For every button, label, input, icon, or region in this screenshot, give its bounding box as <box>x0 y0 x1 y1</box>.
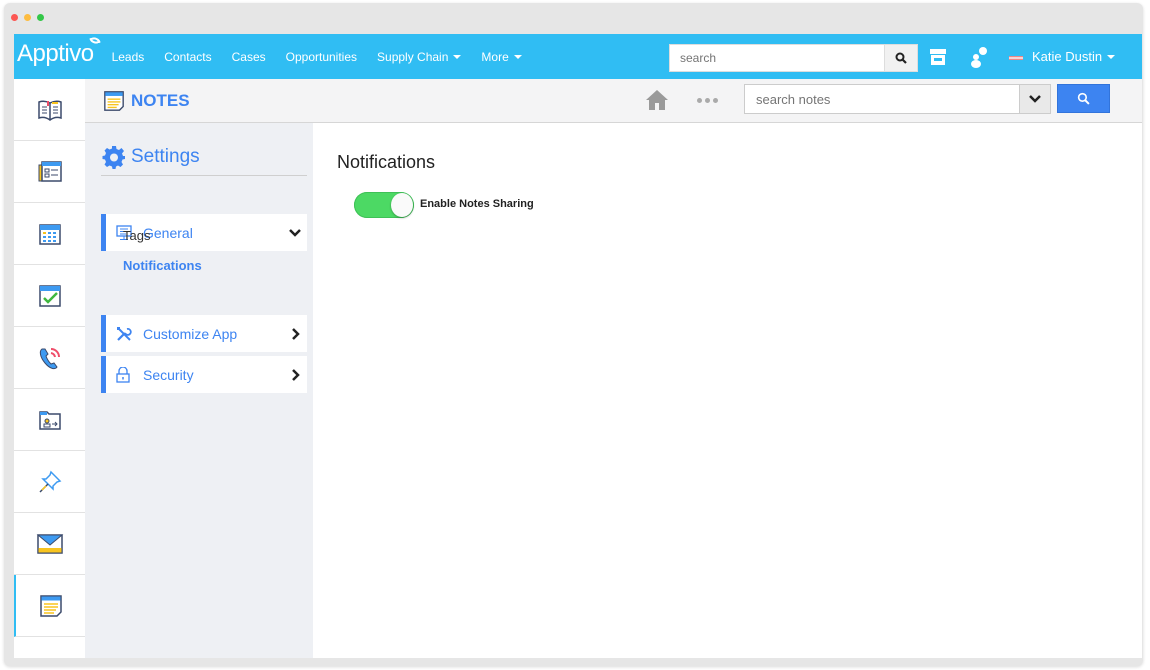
chevron-wrap <box>291 327 301 340</box>
store-icon <box>930 49 946 65</box>
apptivo-logo[interactable]: Apptivo <box>17 35 101 68</box>
settings-menu-customize-app[interactable]: Customize App <box>101 315 307 352</box>
apptivo-app: Apptivo Leads Contacts Cases Opportuniti… <box>14 34 1142 658</box>
chevron-wrap <box>291 368 301 381</box>
app-icon-rail <box>14 79 85 658</box>
rail-item-email[interactable] <box>14 513 85 575</box>
settings-submenu-notifications[interactable]: Notifications <box>123 258 202 273</box>
chevron-down-icon <box>1029 95 1041 103</box>
rail-spacer <box>14 637 85 655</box>
user-menu-button[interactable] <box>968 46 990 73</box>
envelope-icon <box>36 533 63 554</box>
nav-link-more[interactable]: More <box>481 49 522 64</box>
nav-link-supply-chain[interactable]: Supply Chain <box>377 49 462 64</box>
notes-search <box>744 84 1051 114</box>
caret-down-icon <box>453 54 462 59</box>
notes-icon <box>39 594 62 617</box>
main-nav-links: Leads Contacts Cases Opportunities Suppl… <box>112 50 542 64</box>
search-icon <box>895 52 907 64</box>
menu-label: Customize App <box>143 325 238 342</box>
settings-sidebar: Settings General Tags Notifications Cust… <box>85 123 313 658</box>
chevron-right-icon <box>292 327 300 340</box>
rail-item-tasks[interactable] <box>14 265 85 327</box>
settings-title-text: Settings <box>131 146 200 167</box>
more-options-button[interactable] <box>697 98 718 103</box>
nav-link-label: Opportunities <box>285 49 358 64</box>
nav-link-cases[interactable]: Cases <box>232 50 266 64</box>
chevron-wrap <box>289 228 301 238</box>
settings-heading: Settings <box>102 145 200 169</box>
gear-icon <box>102 146 125 169</box>
menu-label: General <box>143 224 193 241</box>
app-subheader: NOTES <box>85 79 1142 123</box>
maximize-window-button[interactable] <box>37 14 44 21</box>
rail-item-call-log[interactable] <box>14 327 85 389</box>
notes-search-input[interactable] <box>744 84 1020 114</box>
home-icon <box>646 90 668 110</box>
nav-link-contacts[interactable]: Contacts <box>164 50 211 64</box>
settings-submenu-tags[interactable]: Tags <box>123 228 150 243</box>
pushpin-icon <box>38 470 61 493</box>
app-title[interactable]: NOTES <box>103 90 190 112</box>
menu-label: Security <box>143 366 194 383</box>
logo-text: Apptivo <box>17 39 94 67</box>
top-navigation-bar: Apptivo Leads Contacts Cases Opportuniti… <box>14 34 1142 79</box>
browser-window: Apptivo Leads Contacts Cases Opportuniti… <box>4 3 1143 666</box>
tools-icon <box>117 326 132 341</box>
task-check-icon <box>38 284 61 307</box>
divider <box>101 175 307 176</box>
chevron-right-icon <box>292 368 300 381</box>
app-store-button[interactable] <box>929 48 947 71</box>
customer-folder-icon <box>38 410 61 430</box>
close-window-button[interactable] <box>11 14 18 21</box>
enable-notes-sharing-toggle[interactable] <box>354 192 414 218</box>
language-flag-icon[interactable] <box>1009 56 1023 60</box>
enable-notes-sharing-label: Enable Notes Sharing <box>420 198 534 210</box>
book-icon <box>37 100 62 121</box>
user-profile-dropdown[interactable]: Katie Dustin <box>1032 49 1116 64</box>
notes-search-button[interactable] <box>1057 84 1110 113</box>
home-button[interactable] <box>645 88 669 117</box>
lock-icon <box>116 366 130 383</box>
nav-link-label: Supply Chain <box>377 49 449 64</box>
icon-wrap <box>116 366 136 383</box>
caret-down-icon <box>513 54 522 59</box>
global-search <box>669 44 919 72</box>
rail-item-notes[interactable] <box>14 575 85 637</box>
page-title: Notifications <box>337 152 436 172</box>
rail-item-pins[interactable] <box>14 451 85 513</box>
toggle-knob <box>391 193 413 217</box>
phone-call-icon <box>39 347 60 369</box>
nav-link-label: Contacts <box>164 49 212 64</box>
chevron-down-icon <box>289 228 301 237</box>
window-controls <box>11 14 44 21</box>
rail-item-contacts[interactable] <box>14 141 85 203</box>
dot <box>705 98 710 103</box>
global-search-input[interactable] <box>669 44 885 72</box>
rail-item-customers[interactable] <box>14 389 85 451</box>
icon-wrap <box>116 326 136 342</box>
minimize-window-button[interactable] <box>24 14 31 21</box>
dot <box>713 98 718 103</box>
app-title-text: NOTES <box>131 91 190 110</box>
nav-link-opportunities[interactable]: Opportunities <box>286 50 357 64</box>
notes-icon <box>104 91 124 111</box>
caret-down-icon <box>1107 54 1116 59</box>
user-name: Katie Dustin <box>1032 49 1103 64</box>
dot <box>697 98 702 103</box>
users-icon <box>971 47 987 68</box>
nav-link-label: Leads <box>111 49 145 64</box>
global-search-button[interactable] <box>885 44 918 72</box>
nav-link-label: More <box>481 49 509 64</box>
main-content-panel: Notifications Enable Notes Sharing <box>313 123 1142 658</box>
nav-link-label: Cases <box>231 49 266 64</box>
contact-card-icon <box>38 160 62 182</box>
rail-item-calendar[interactable] <box>14 203 85 265</box>
settings-menu-security[interactable]: Security <box>101 356 307 393</box>
calendar-icon <box>38 223 61 245</box>
nav-link-leads[interactable]: Leads <box>112 50 145 64</box>
search-icon <box>1077 92 1090 105</box>
rail-item-documentation[interactable] <box>14 79 85 141</box>
search-options-dropdown[interactable] <box>1020 84 1051 114</box>
